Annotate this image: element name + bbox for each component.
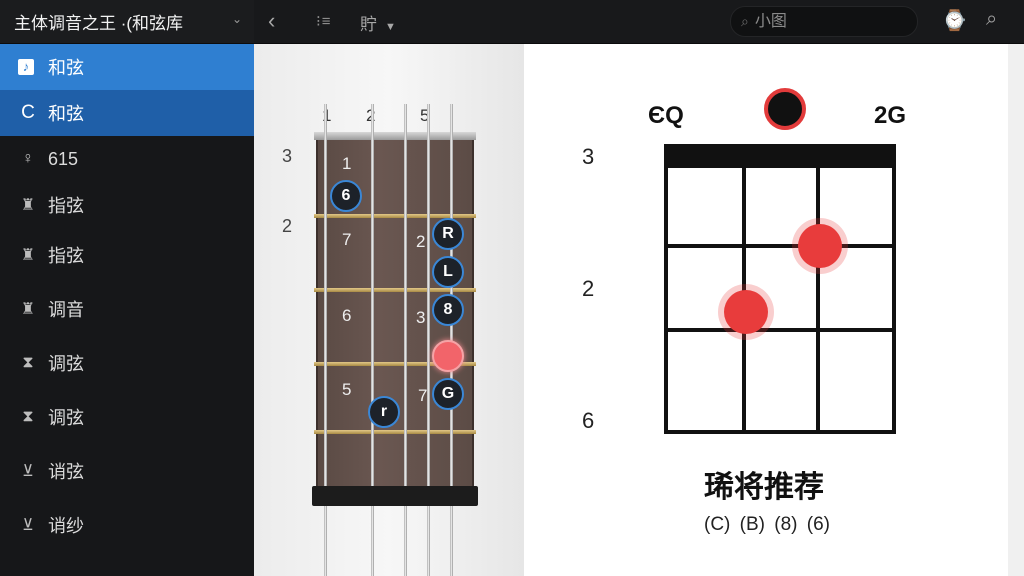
chord-left-label: ЄQ bbox=[648, 102, 684, 129]
fret-number: 7 bbox=[418, 386, 428, 405]
fret-position-label: 2 bbox=[582, 276, 595, 301]
view-dropdown-label: 貯 bbox=[360, 15, 377, 34]
grid-string-line bbox=[742, 148, 746, 430]
note-dot[interactable]: G bbox=[432, 378, 464, 410]
key-icon: ♀ bbox=[22, 150, 34, 167]
grid-fret-line bbox=[668, 244, 892, 248]
tuner-icon: ⊻ bbox=[22, 463, 34, 480]
back-arrow-icon[interactable]: ‹ bbox=[268, 8, 275, 34]
tuner-icon: ♜ bbox=[20, 197, 36, 214]
sidebar-item-label: 调弦 bbox=[48, 354, 84, 374]
chord-recommendation-title: 琋将推荐 bbox=[704, 471, 824, 504]
sidebar-item-strings-4[interactable]: ⊻ 诮纱 bbox=[0, 498, 254, 552]
note-dot[interactable]: r bbox=[368, 396, 400, 428]
tuner-icon: ♜ bbox=[20, 301, 36, 318]
tuner-icon: ⊻ bbox=[22, 517, 34, 534]
root-note-icon[interactable] bbox=[764, 88, 806, 130]
sidebar-item-chord[interactable]: ♪ 和弦 bbox=[0, 44, 254, 90]
toolbar: ‹ ⁝≡ 貯▼ ⌕ ⌚ ⌕ bbox=[254, 0, 1024, 44]
sidebar-item-fingering[interactable]: ♜ 指弦 bbox=[0, 182, 254, 228]
sidebar-item-label: 调音 bbox=[48, 300, 84, 320]
sidebar-item-tuning[interactable]: ♜ 调音 bbox=[0, 282, 254, 336]
search-icon: ⌕ bbox=[741, 13, 749, 29]
chord-grid bbox=[664, 144, 896, 434]
fret-number: 5 bbox=[342, 380, 352, 399]
neck-end bbox=[312, 486, 478, 506]
sidebar-item-label: 和弦 bbox=[48, 58, 84, 78]
chord-fingering-text: (C) (B) (8) (6) bbox=[704, 514, 830, 535]
caret-down-icon: ▼ bbox=[385, 21, 396, 33]
note-dot[interactable]: 6 bbox=[330, 180, 362, 212]
fret-number: 1 bbox=[342, 154, 352, 173]
fret-number: 6 bbox=[342, 306, 352, 325]
tuner-icon: ⧗ bbox=[22, 354, 34, 371]
finger-position-dot[interactable] bbox=[724, 290, 768, 334]
sidebar-item-tune-strings[interactable]: ⧗ 调弦 bbox=[0, 336, 254, 390]
sidebar-item-615[interactable]: ♀ 615 bbox=[0, 136, 254, 182]
fret-number: 2 bbox=[416, 232, 426, 251]
fret-position-label: 3 bbox=[582, 144, 595, 169]
metronome-icon[interactable]: ⌚ bbox=[942, 8, 967, 33]
app-window: 主体调音之王 ·(和弦库 ⌄ ♪ 和弦 C 和弦 ♀ 615 ♜ 指弦 ♜ 指弦… bbox=[0, 0, 1024, 576]
fret-number: 7 bbox=[342, 230, 352, 249]
chord-right-label: 2G bbox=[874, 102, 907, 129]
fret-position-label: 3 bbox=[282, 146, 293, 166]
fret-position-label: 6 bbox=[582, 408, 595, 433]
grid-string-line bbox=[816, 148, 820, 430]
app-title-text: 主体调音之王 ·(和弦库 bbox=[14, 14, 184, 33]
sidebar-item-label: 和弦 bbox=[48, 104, 84, 124]
note-dot[interactable]: 8 bbox=[432, 294, 464, 326]
sidebar: 主体调音之王 ·(和弦库 ⌄ ♪ 和弦 C 和弦 ♀ 615 ♜ 指弦 ♜ 指弦… bbox=[0, 0, 254, 576]
note-dot[interactable]: L bbox=[432, 256, 464, 288]
sidebar-item-c-chord[interactable]: C 和弦 bbox=[0, 90, 254, 136]
search-input[interactable] bbox=[754, 12, 895, 31]
sidebar-item-fingering-2[interactable]: ♜ 指弦 bbox=[0, 228, 254, 282]
c-key-icon: C bbox=[21, 102, 35, 123]
note-dot[interactable]: R bbox=[432, 218, 464, 250]
fret-position-label: 2 bbox=[282, 216, 293, 236]
fret-number: 3 bbox=[416, 308, 426, 327]
tuner-icon: ♜ bbox=[20, 247, 36, 264]
search-box[interactable]: ⌕ bbox=[730, 6, 918, 37]
sidebar-item-label: 指弦 bbox=[48, 196, 84, 216]
chord-diagram-panel: ЄQ 2G 3 2 6 琋将推荐 (C) (B) (8) (6) bbox=[524, 44, 1008, 576]
sidebar-item-label: 诮纱 bbox=[48, 516, 84, 536]
chord-nut bbox=[668, 148, 892, 168]
chevron-down-icon[interactable]: ⌄ bbox=[232, 12, 242, 26]
grid-fret-line bbox=[668, 328, 892, 332]
list-view-icon[interactable]: ⁝≡ bbox=[316, 12, 332, 30]
chord-icon: ♪ bbox=[18, 59, 34, 75]
sidebar-item-label: 615 bbox=[48, 148, 79, 169]
scrollbar[interactable] bbox=[1008, 44, 1024, 576]
tuner-icon: ⧗ bbox=[22, 408, 34, 425]
view-dropdown[interactable]: 貯 ▼ bbox=[360, 10, 396, 35]
app-title[interactable]: 主体调音之王 ·(和弦库 ⌄ bbox=[0, 0, 254, 44]
sidebar-item-strings-3[interactable]: ⊻ 诮弦 bbox=[0, 444, 254, 498]
finger-position-dot[interactable] bbox=[798, 224, 842, 268]
sidebar-item-tune-strings-2[interactable]: ⧗ 调弦 bbox=[0, 390, 254, 444]
search-icon[interactable]: ⌕ bbox=[986, 8, 997, 31]
active-note-dot[interactable] bbox=[432, 340, 464, 372]
sidebar-item-label: 调弦 bbox=[48, 408, 84, 428]
sidebar-item-label: 指弦 bbox=[48, 246, 84, 266]
sidebar-item-label: 诮弦 bbox=[48, 462, 84, 482]
fretboard-panel: 1 2 5 3 2 1 7 6 5 2 3 7 6 R L 8 G r bbox=[254, 44, 524, 576]
